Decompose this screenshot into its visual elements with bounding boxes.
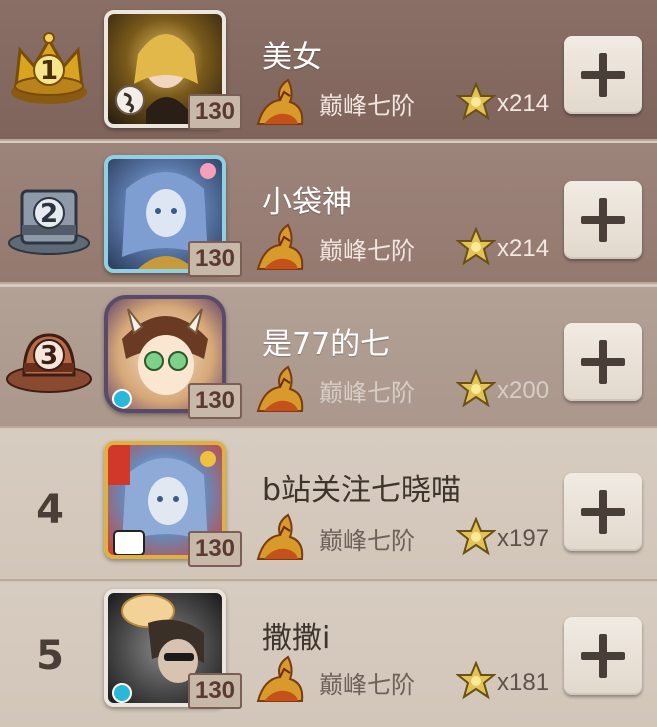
leaderboard-row-4: 4 130 b站关注七晓喵 巅峰七阶 x197 [0, 431, 657, 581]
tier-label: 巅峰七阶 [319, 379, 415, 407]
add-friend-button[interactable] [564, 617, 642, 695]
tier-label: 巅峰七阶 [319, 92, 415, 120]
tier-emblem-icon [256, 223, 304, 270]
level-tag: 130 [188, 673, 242, 709]
rank-number: 4 [36, 487, 64, 533]
player-name: b站关注七晓喵 [262, 473, 462, 508]
level-tag: 130 [188, 383, 242, 419]
star-badge-icon [456, 227, 496, 266]
star-badge-icon [456, 517, 496, 556]
star-badge-icon [456, 82, 496, 121]
add-friend-button[interactable] [564, 181, 642, 259]
player-name: 美女 [262, 40, 322, 75]
leaderboard-row-5: 5 130 撒撒i 巅峰七阶 x181 [0, 583, 657, 727]
tier-emblem-icon [256, 78, 304, 125]
leaderboard-row-1: 1 130 美女 巅峰七阶 x214 [0, 0, 657, 141]
add-friend-button[interactable] [564, 323, 642, 401]
star-badge-icon [456, 369, 496, 408]
level-tag: 130 [188, 531, 242, 567]
silver-top-hat-icon: 2 [8, 189, 90, 255]
star-count: x214 [497, 235, 550, 262]
star-count: x200 [497, 377, 550, 404]
level-tag: 130 [188, 241, 242, 277]
rank-number: 2 [40, 199, 58, 229]
bronze-hat-icon: 3 [6, 333, 92, 393]
tier-label: 巅峰七阶 [319, 237, 415, 265]
star-count: x181 [497, 669, 550, 696]
star-badge-icon [456, 661, 496, 700]
tier-label: 巅峰七阶 [319, 671, 415, 699]
player-name: 是77的七 [262, 327, 391, 362]
add-friend-button[interactable] [564, 473, 642, 551]
star-count: x197 [497, 525, 550, 552]
rank-number: 3 [40, 341, 58, 371]
tier-label: 巅峰七阶 [319, 527, 415, 555]
rank-number: 5 [36, 633, 64, 679]
leaderboard-row-2: 2 130 小袋神 巅峰七阶 x214 [0, 143, 657, 284]
player-name: 小袋神 [262, 185, 352, 220]
level-tag: 130 [188, 94, 242, 130]
tier-emblem-icon [256, 655, 304, 702]
rank-number: 1 [40, 56, 58, 86]
tier-emblem-icon [256, 513, 304, 560]
tier-emblem-icon [256, 365, 304, 412]
add-friend-button[interactable] [564, 36, 642, 114]
leaderboard: 1 130 美女 巅峰七阶 x214 2 130 小袋神 巅峰七阶 x214 3… [0, 0, 657, 727]
star-count: x214 [497, 90, 550, 117]
gold-crown-icon: 1 [11, 32, 87, 104]
leaderboard-row-3: 3 130 是77的七 巅峰七阶 x200 [0, 287, 657, 428]
